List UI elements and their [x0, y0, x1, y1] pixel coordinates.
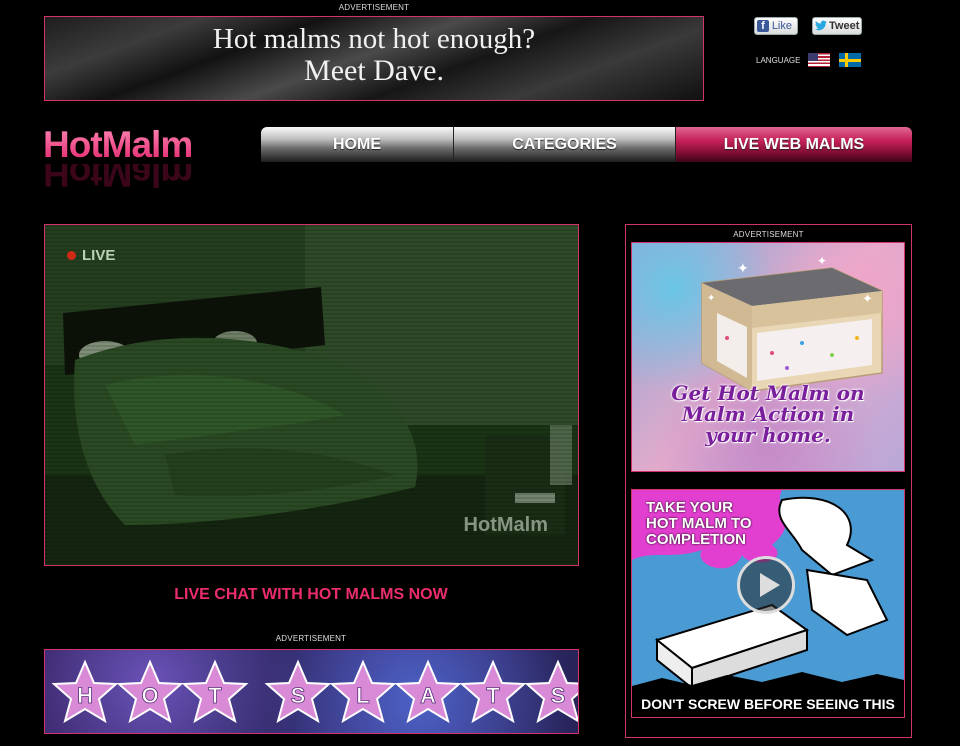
bed-ad-line2: Malm Action in: [681, 402, 855, 426]
slat-letter: S: [291, 683, 306, 708]
record-dot-icon: [67, 251, 76, 260]
slat-star-5: A: [396, 661, 460, 722]
tweet-label: Tweet: [829, 20, 860, 32]
live-label: LIVE: [82, 247, 116, 264]
facebook-like-button[interactable]: f Like: [754, 17, 798, 35]
malm-bed-ad[interactable]: ✦ ✦ ✦ ✦ Get Hot Malm on Malm Action in y…: [631, 242, 905, 472]
svg-text:✦: ✦: [707, 293, 715, 304]
completion-headline-line2: HOT MALM TO: [646, 515, 752, 532]
slat-star-7: S: [526, 661, 578, 722]
slat-star-3: S: [266, 661, 330, 722]
top-ad-line1: Hot malms not hot enough?: [212, 23, 536, 55]
slat-letter: S: [551, 683, 566, 708]
slat-star-1: O: [118, 661, 182, 722]
tweet-button[interactable]: Tweet: [812, 17, 862, 35]
slat-star-2: T: [183, 661, 247, 722]
logo-text: HotMalm: [43, 126, 238, 164]
sweden-flag-icon[interactable]: [839, 53, 861, 67]
live-indicator: LIVE: [67, 247, 115, 264]
language-label: LANGUAGE: [756, 56, 801, 65]
like-label: Like: [771, 20, 792, 32]
nav-categories[interactable]: CATEGORIES: [454, 127, 676, 162]
completion-headline-line3: COMPLETION: [646, 531, 746, 548]
live-chat-link[interactable]: LIVE CHAT WITH HOT MALMS NOW: [44, 586, 578, 604]
completion-ad-footer: DON'T SCREW BEFORE SEEING THIS: [632, 691, 904, 717]
sidebar-ad-label: ADVERTISEMENT: [733, 230, 804, 239]
completion-headline-line1: TAKE YOUR: [646, 499, 733, 516]
slat-letter: L: [356, 683, 369, 708]
facebook-icon: f: [757, 20, 769, 32]
slat-letter: H: [77, 683, 93, 708]
play-video-button[interactable]: [737, 556, 795, 614]
us-flag-icon[interactable]: [808, 53, 830, 67]
bed-ad-line3: your home.: [705, 423, 831, 447]
nav-live-web-malms[interactable]: LIVE WEB MALMS: [676, 127, 912, 162]
hotmalm-logo[interactable]: HotMalm HotMalm: [43, 126, 238, 189]
bottom-ad-label: ADVERTISEMENT: [275, 634, 347, 643]
hot-slats-banner-ad[interactable]: HOTSLATS: [44, 649, 579, 734]
live-webcam-feed[interactable]: LIVE HotMalm: [44, 224, 579, 566]
slat-star-0: H: [53, 661, 117, 722]
svg-text:✦: ✦: [817, 254, 827, 268]
slat-letter: A: [420, 683, 436, 708]
completion-ad-headline: TAKE YOUR HOT MALM TO COMPLETION: [646, 500, 752, 548]
slat-star-6: T: [461, 661, 525, 722]
slat-letter: T: [486, 683, 500, 708]
slat-letter: T: [208, 683, 222, 708]
bed-ad-text: Get Hot Malm on Malm Action in your home…: [632, 383, 904, 446]
top-ad-label: ADVERTISEMENT: [338, 3, 410, 12]
bed-ad-line1: Get Hot Malm on: [671, 381, 865, 405]
slat-star-4: L: [331, 661, 395, 722]
hot-slats-stars: HOTSLATS: [53, 661, 578, 722]
svg-text:✦: ✦: [862, 291, 873, 306]
nav-home[interactable]: HOME: [261, 127, 454, 162]
main-nav: HOME CATEGORIES LIVE WEB MALMS: [261, 127, 912, 162]
play-icon: [760, 573, 780, 597]
webcam-watermark: HotMalm: [463, 514, 548, 536]
top-banner-ad[interactable]: Hot malms not hot enough? Meet Dave.: [44, 16, 704, 101]
top-ad-line2: Meet Dave.: [304, 54, 444, 87]
svg-text:✦: ✦: [737, 260, 749, 276]
slat-letter: O: [141, 683, 158, 708]
logo-reflection: HotMalm: [43, 164, 193, 188]
twitter-bird-icon: [815, 20, 827, 32]
